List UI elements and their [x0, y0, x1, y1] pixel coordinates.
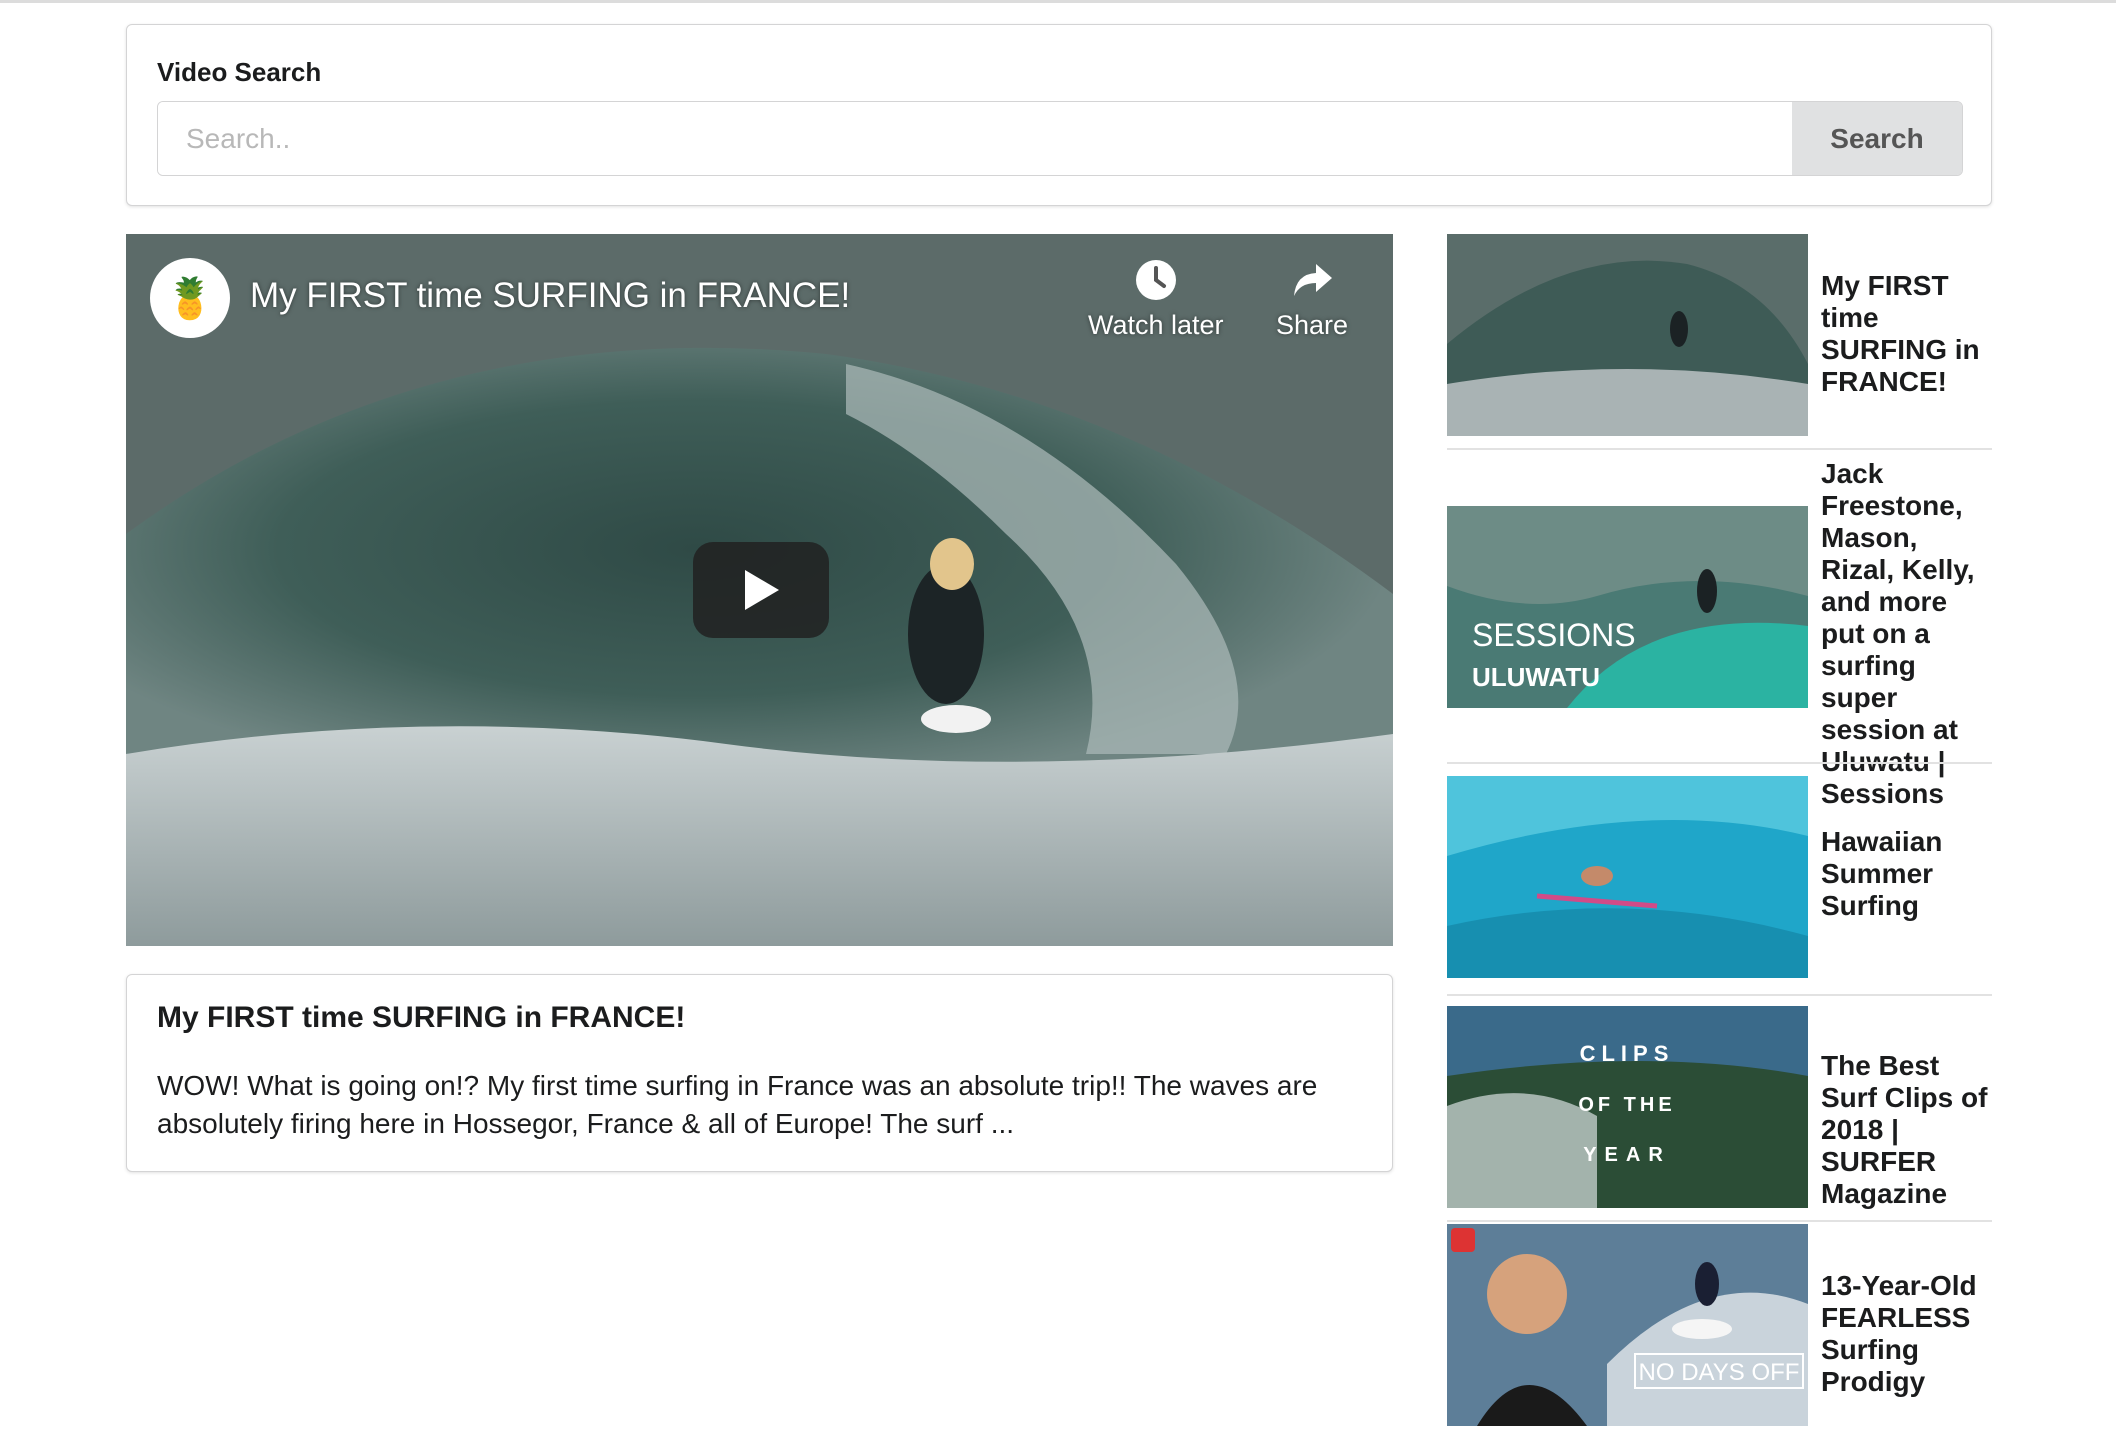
thumbnail-image	[1447, 776, 1808, 978]
video-player[interactable]: 🍍 My FIRST time SURFING in FRANCE! Watch…	[126, 234, 1393, 946]
search-button[interactable]: Search	[1792, 102, 1962, 175]
video-thumbnail[interactable]	[1447, 234, 1808, 436]
video-thumbnail[interactable]	[1447, 776, 1808, 978]
thumb-text: SESSIONS	[1472, 617, 1636, 653]
related-video-title[interactable]: 13-Year-Old FEARLESS Surfing Prodigy	[1821, 1270, 1991, 1398]
thumbnail-image	[1447, 234, 1808, 436]
search-input[interactable]	[158, 102, 1792, 175]
watch-later-button[interactable]: Watch later	[1088, 258, 1224, 341]
player-title[interactable]: My FIRST time SURFING in FRANCE!	[250, 276, 850, 316]
clock-icon	[1088, 258, 1224, 310]
video-thumbnail[interactable]: SESSIONS ULUWATU	[1447, 506, 1808, 708]
video-description: WOW! What is going on!? My first time su…	[157, 1070, 1318, 1139]
related-video-item[interactable]: My FIRST time SURFING in FRANCE!	[1447, 234, 1992, 438]
thumb-text: NO DAYS OFF	[1639, 1359, 1800, 1386]
search-label: Video Search	[157, 57, 322, 87]
divider	[1447, 448, 1992, 450]
divider	[1447, 994, 1992, 996]
share-label: Share	[1276, 310, 1349, 340]
play-button[interactable]	[693, 542, 829, 638]
search-panel: Video Search Search	[126, 24, 1992, 206]
video-details-card: My FIRST time SURFING in FRANCE! WOW! Wh…	[126, 974, 1393, 1172]
related-video-item[interactable]: NO DAYS OFF 13-Year-Old FEARLESS Surfing…	[1447, 1224, 1992, 1444]
related-video-item[interactable]: SESSIONS ULUWATU Jack Freestone, Mason, …	[1447, 452, 1992, 809]
related-video-title[interactable]: Jack Freestone, Mason, Rizal, Kelly, and…	[1821, 458, 1991, 810]
share-arrow-icon	[1276, 258, 1348, 310]
divider	[1447, 1220, 1992, 1222]
thumbnail-image: NO DAYS OFF	[1447, 1224, 1808, 1426]
video-thumbnail[interactable]: NO DAYS OFF	[1447, 1224, 1808, 1426]
related-video-title[interactable]: Hawaiian Summer Surfing	[1821, 826, 1991, 922]
related-video-item[interactable]: CLIPS OF THE YEAR The Best Surf Clips of…	[1447, 998, 1992, 1218]
thumb-subtext: OF THE	[1578, 1094, 1675, 1116]
share-button[interactable]: Share	[1276, 258, 1348, 341]
thumb-text: CLIPS	[1580, 1041, 1675, 1066]
thumbnail-image: CLIPS OF THE YEAR	[1447, 1006, 1808, 1208]
play-icon	[745, 570, 779, 610]
thumb-subtext-2: YEAR	[1583, 1144, 1671, 1166]
search-bar: Search	[157, 101, 1963, 176]
related-video-item[interactable]: Hawaiian Summer Surfing	[1447, 766, 1992, 990]
related-video-title[interactable]: The Best Surf Clips of 2018 | SURFER Mag…	[1821, 1050, 1991, 1210]
pineapple-avatar-icon: 🍍	[165, 276, 215, 321]
video-thumbnail[interactable]: CLIPS OF THE YEAR	[1447, 1006, 1808, 1208]
divider	[1447, 762, 1992, 764]
thumbnail-image: SESSIONS ULUWATU	[1447, 506, 1808, 708]
video-title: My FIRST time SURFING in FRANCE!	[157, 1001, 686, 1034]
watch-later-label: Watch later	[1088, 310, 1224, 340]
related-video-title[interactable]: My FIRST time SURFING in FRANCE!	[1821, 270, 1991, 398]
channel-avatar[interactable]: 🍍	[150, 258, 230, 338]
thumb-subtext: ULUWATU	[1472, 662, 1600, 692]
top-border	[0, 0, 2116, 3]
